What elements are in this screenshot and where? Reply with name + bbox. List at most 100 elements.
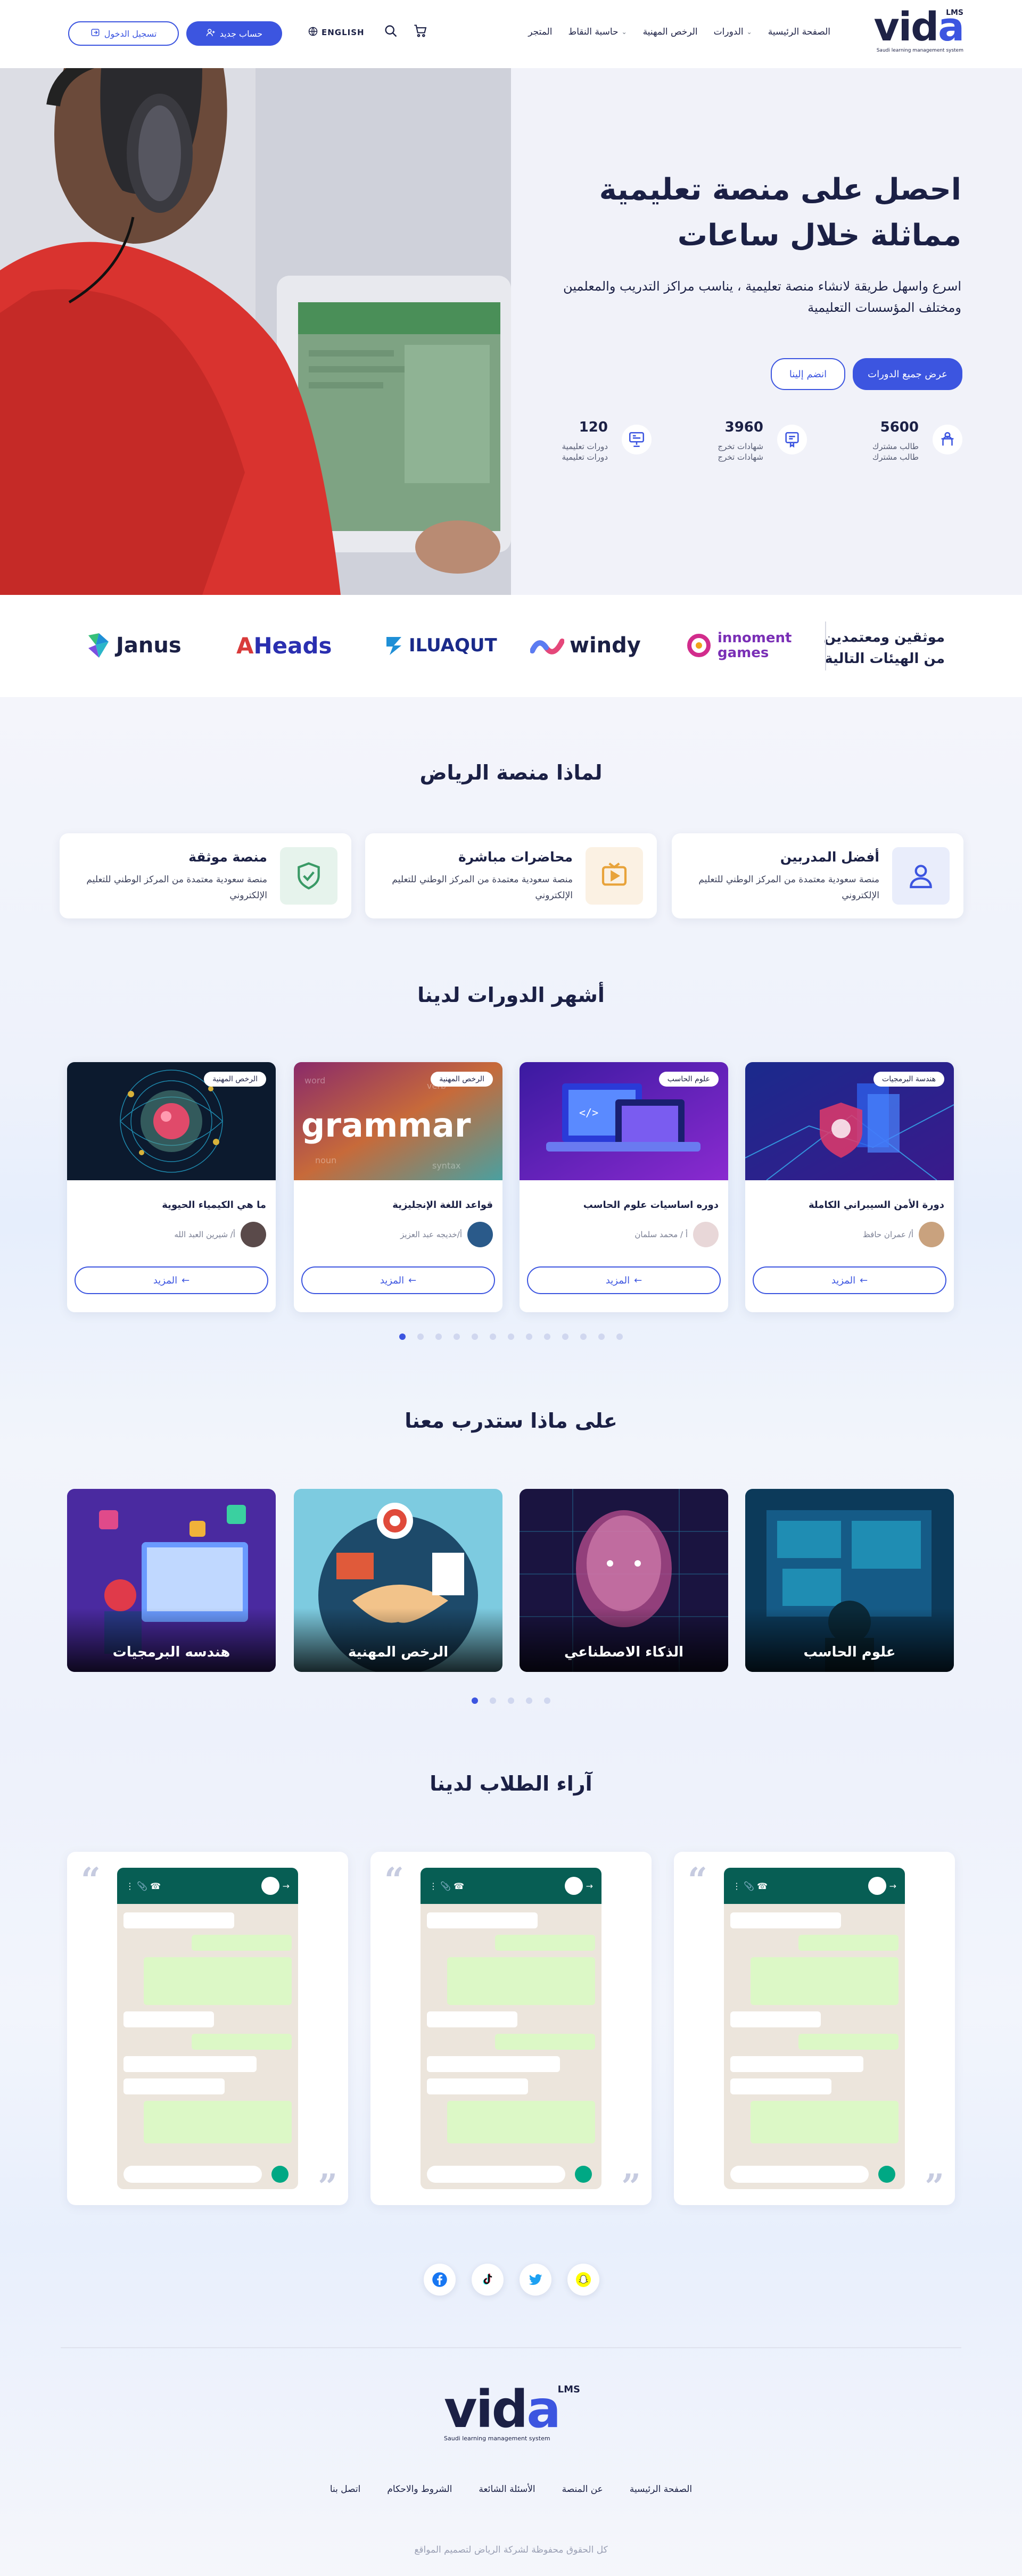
feature-card-live-lectures: محاضرات مباشرة منصة سعودية معتمدة من الم… bbox=[365, 833, 657, 918]
whatsapp-screenshot: ⋮ 📎 ☎ → bbox=[724, 1868, 905, 2189]
training-card-ai[interactable]: الذكاء الاصطناعي bbox=[520, 1489, 728, 1672]
carousel-dot[interactable] bbox=[526, 1333, 532, 1340]
course-author: أ / محمد سلمان bbox=[634, 1230, 688, 1239]
svg-text:grammar: grammar bbox=[301, 1106, 471, 1145]
why-section-title: لماذا منصة الرياض bbox=[419, 761, 603, 784]
course-title: قواعد اللغة الإنجليزية bbox=[392, 1199, 493, 1211]
course-card[interactable]: الرخص المهنية ما هي الكيمياء الحيوية أ/ … bbox=[67, 1062, 276, 1312]
live-lecture-icon bbox=[586, 847, 643, 905]
carousel-dot[interactable] bbox=[435, 1333, 442, 1340]
logo-tagline: Saudi learning management system bbox=[876, 48, 963, 53]
course-card[interactable]: wordverbnounsyntaxgrammar الرخص المهنية … bbox=[294, 1062, 502, 1312]
nav-item-points-calculator[interactable]: حاسبة النقاط ⌄ bbox=[568, 27, 627, 37]
join-us-button[interactable]: انضم إلينا bbox=[771, 358, 845, 390]
arrow-left-icon: ← bbox=[634, 1274, 642, 1286]
nav-item-licenses[interactable]: الرخص المهنية bbox=[643, 27, 698, 37]
quote-open-icon: “ bbox=[384, 1860, 404, 1900]
nav-item-home[interactable]: الصفحة الرئيسية bbox=[768, 27, 830, 37]
carousel-dot[interactable] bbox=[417, 1333, 424, 1340]
hero-description: اسرع واسهل طريقة لانشاء منصة تعليمية ، ي… bbox=[563, 279, 961, 315]
svg-text:noun: noun bbox=[315, 1155, 336, 1165]
partners-bar: موثقين ومعتمدين من الهيئات التالية innom… bbox=[0, 595, 1022, 697]
certificate-icon bbox=[777, 425, 807, 454]
site-logo[interactable]: LMS vida Saudi learning management syste… bbox=[857, 7, 965, 59]
whatsapp-screenshot: ⋮ 📎 ☎ → bbox=[421, 1868, 601, 2189]
footer-logo: LMS vida Saudi learning management syste… bbox=[444, 2380, 580, 2442]
quote-close-icon: ” bbox=[621, 2167, 641, 2207]
nav-item-courses[interactable]: الدورات ⌄ bbox=[714, 27, 752, 37]
hero-section: احصل على منصة تعليمية مماثلة خلال ساعات … bbox=[0, 68, 1022, 595]
carousel-dot[interactable] bbox=[472, 1333, 478, 1340]
language-switch[interactable]: ENGLISH bbox=[308, 26, 365, 39]
feature-card-trainers: أفضل المدربين منصة سعودية معتمدة من المر… bbox=[672, 833, 963, 918]
carousel-dot[interactable] bbox=[544, 1697, 550, 1704]
footer-link-contact[interactable]: اتصل بنا bbox=[330, 2484, 361, 2495]
course-more-button[interactable]: المزيد ← bbox=[527, 1266, 721, 1294]
login-icon bbox=[90, 28, 100, 39]
training-section-title: على ماذا ستدرب معنا bbox=[405, 1409, 617, 1432]
courses-icon bbox=[622, 425, 652, 454]
course-author: أ/ عمران حافظ bbox=[862, 1230, 913, 1239]
site-header: LMS vida Saudi learning management syste… bbox=[0, 0, 1022, 68]
carousel-dot[interactable] bbox=[580, 1333, 587, 1340]
partner-logo-innoment: innoment games bbox=[686, 629, 792, 661]
student-icon bbox=[933, 425, 962, 454]
carousel-dot[interactable] bbox=[508, 1333, 514, 1340]
course-more-button[interactable]: المزيد ← bbox=[301, 1266, 495, 1294]
course-title: دوره اساسيات علوم الحاسب bbox=[583, 1199, 719, 1211]
snapchat-icon[interactable] bbox=[567, 2264, 599, 2296]
partner-logo-iluaqut: ILUAQUT bbox=[384, 629, 497, 661]
hero-title: احصل على منصة تعليمية مماثلة خلال ساعات bbox=[599, 172, 961, 253]
svg-text:syntax: syntax bbox=[432, 1161, 461, 1171]
footer-links: الصفحة الرئيسية عن المنصة الأسئلة الشائع… bbox=[0, 2484, 1022, 2495]
main-nav: الصفحة الرئيسية الدورات ⌄ الرخص المهنية ح… bbox=[528, 27, 830, 37]
chevron-down-icon: ⌄ bbox=[746, 28, 752, 36]
training-card-licenses[interactable]: الرخص المهنية bbox=[294, 1489, 502, 1672]
footer-link-terms[interactable]: الشروط والاحكام bbox=[387, 2484, 452, 2495]
courses-section-title: أشهر الدورات لدينا bbox=[417, 983, 605, 1007]
tiktok-icon[interactable] bbox=[472, 2264, 504, 2296]
footer-link-home[interactable]: الصفحة الرئيسية bbox=[630, 2484, 692, 2495]
course-category-badge: الرخص المهنية bbox=[431, 1072, 493, 1087]
carousel-dot[interactable] bbox=[454, 1333, 460, 1340]
carousel-dot[interactable] bbox=[526, 1697, 532, 1704]
carousel-dot[interactable] bbox=[598, 1333, 605, 1340]
stat-courses: 120 دورات تعليمية دورات تعليمية bbox=[513, 419, 652, 478]
arrow-left-icon: ← bbox=[860, 1274, 868, 1286]
view-all-courses-button[interactable]: عرض جميع الدورات bbox=[853, 358, 962, 390]
course-card[interactable]: </> علوم الحاسب دوره اساسيات علوم الحاسب… bbox=[520, 1062, 728, 1312]
quote-close-icon: ” bbox=[925, 2167, 944, 2207]
nav-item-store[interactable]: المتجر bbox=[528, 27, 552, 37]
carousel-dot[interactable] bbox=[472, 1697, 478, 1704]
carousel-dot[interactable] bbox=[616, 1333, 623, 1340]
training-card-software-engineering[interactable]: هندسه البرمجيات bbox=[67, 1489, 276, 1672]
carousel-dot[interactable] bbox=[544, 1333, 550, 1340]
arrow-left-icon: ← bbox=[182, 1274, 190, 1286]
review-card: “ ” ⋮ 📎 ☎ → bbox=[370, 1852, 652, 2205]
course-category-badge: علوم الحاسب bbox=[658, 1072, 719, 1087]
training-card-computer-science[interactable]: علوم الحاسب bbox=[745, 1489, 954, 1672]
carousel-dot[interactable] bbox=[399, 1333, 406, 1340]
footer-link-faq[interactable]: الأسئلة الشائعة bbox=[479, 2484, 535, 2495]
carousel-dot[interactable] bbox=[490, 1333, 496, 1340]
carousel-dot[interactable] bbox=[490, 1697, 496, 1704]
globe-icon bbox=[308, 26, 318, 39]
footer-link-about[interactable]: عن المنصة bbox=[562, 2484, 603, 2495]
login-button[interactable]: تسجيل الدخول bbox=[68, 21, 179, 46]
cart-icon[interactable] bbox=[413, 23, 428, 40]
avatar bbox=[241, 1222, 266, 1247]
course-card[interactable]: هندسة البرمجيات دورة الأمن السيبراني الك… bbox=[745, 1062, 954, 1312]
carousel-dot[interactable] bbox=[508, 1697, 514, 1704]
search-icon[interactable] bbox=[383, 23, 398, 40]
course-more-button[interactable]: المزيد ← bbox=[753, 1266, 946, 1294]
course-more-button[interactable]: المزيد ← bbox=[75, 1266, 268, 1294]
course-author: أ/خديجه عبد العزيز bbox=[400, 1230, 462, 1239]
register-button[interactable]: حساب جديد bbox=[186, 21, 282, 46]
partner-logo-janus: Janus bbox=[85, 629, 182, 661]
facebook-icon[interactable] bbox=[424, 2264, 456, 2296]
feature-card-verified: منصة موثقة منصة سعودية معتمدة من المركز … bbox=[60, 833, 351, 918]
training-carousel-dots bbox=[0, 1697, 1022, 1704]
carousel-dot[interactable] bbox=[562, 1333, 568, 1340]
twitter-icon[interactable] bbox=[520, 2264, 551, 2296]
add-user-icon bbox=[206, 28, 216, 39]
